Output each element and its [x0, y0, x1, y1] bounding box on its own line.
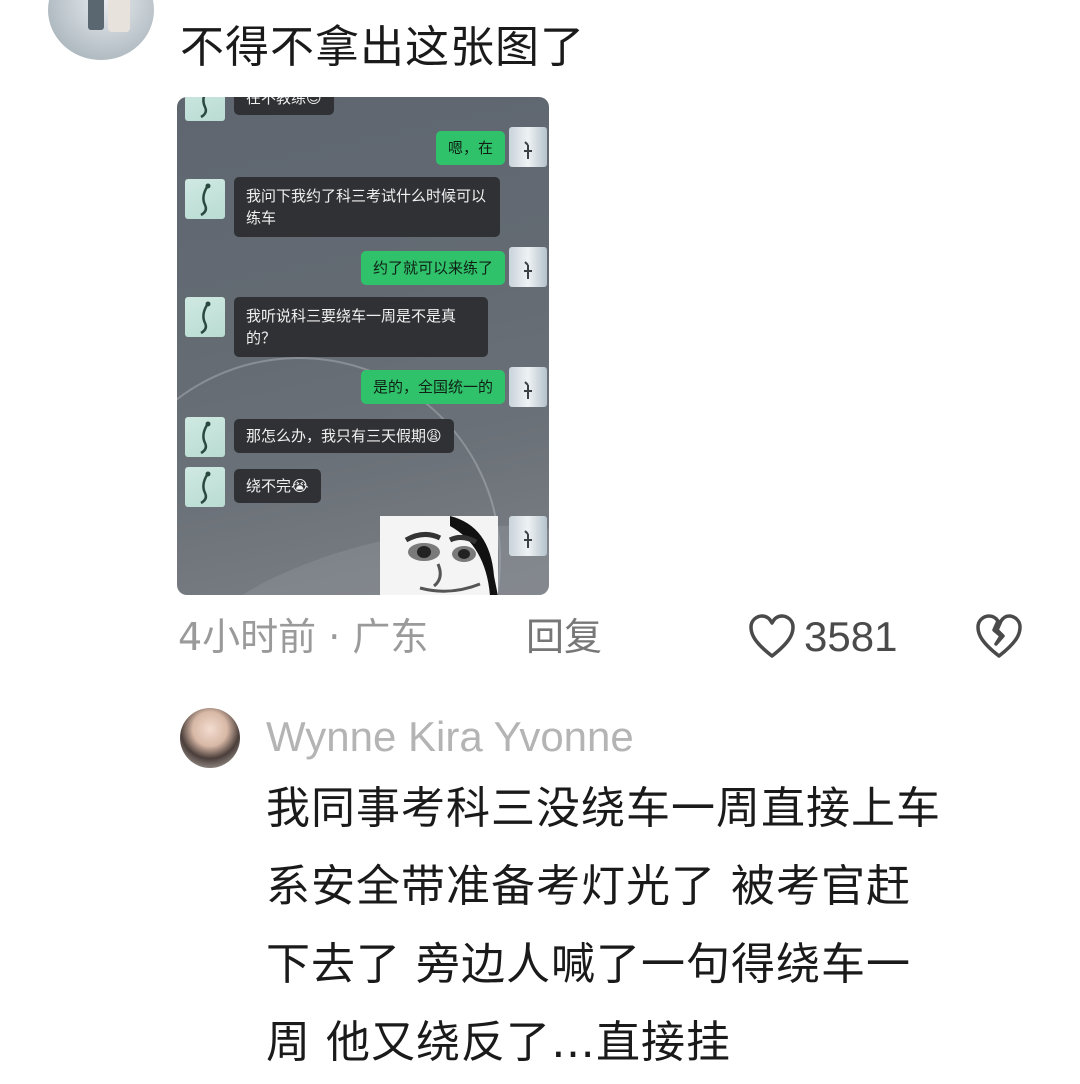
like-count: 3581	[804, 613, 898, 660]
contact-avatar	[185, 297, 225, 337]
commenter-avatar[interactable]	[48, 0, 154, 60]
replier-avatar[interactable]	[180, 708, 240, 768]
comment-time-location: 4小时前 · 广东	[178, 615, 429, 659]
chat-bubble-received: 我听说科三要绕车一周是不是真的？	[234, 297, 488, 357]
heart-outline-icon	[749, 614, 795, 658]
dislike-button[interactable]	[974, 612, 1024, 662]
meme-sticker	[380, 516, 498, 595]
chat-bubble-received: 绕不完😭	[234, 469, 321, 503]
comment-text: 不得不拿出这张图了	[180, 22, 585, 73]
reply-text-line: 我同事考科三没绕车一周直接上车	[266, 783, 941, 834]
chat-bubble-sent: 嗯，在	[435, 131, 505, 165]
contact-avatar	[185, 97, 225, 121]
avatar-figure	[108, 0, 130, 32]
user-avatar	[509, 247, 547, 287]
replier-username[interactable]: Wynne Kira Yvonne	[266, 710, 634, 764]
avatar-figure	[88, 0, 104, 30]
contact-avatar	[185, 179, 225, 219]
broken-heart-icon	[976, 614, 1022, 658]
chat-bubble-received: 那怎么办，我只有三天假期😩	[234, 419, 454, 453]
reply-text: 我同事考科三没绕车一周直接上车 系安全带准备考灯光了 被考官赶 下去了 旁边人喊…	[266, 770, 1046, 1082]
chat-bubble-received: 我问下我约了科三考试什么时候可以练车	[234, 177, 500, 237]
chat-bubble-received: 在不教练😊	[234, 97, 334, 115]
user-avatar	[509, 127, 547, 167]
chat-screenshot-image[interactable]: 在不教练😊 嗯，在 我问下我约了科三考试什么时候可以练车 约了就可以来练了 我听…	[177, 97, 549, 595]
contact-avatar	[185, 417, 225, 457]
contact-avatar	[185, 467, 225, 507]
like-button[interactable]: 3581	[748, 610, 897, 664]
reply-text-line: 系安全带准备考灯光了 被考官赶	[266, 861, 911, 912]
user-avatar	[509, 516, 547, 556]
user-avatar	[509, 367, 547, 407]
chat-bubble-sent: 是的，全国统一的	[360, 370, 505, 404]
reply-text-line: 周 他又绕反了…直接挂	[266, 1017, 731, 1068]
chat-bubble-sent: 约了就可以来练了	[360, 251, 505, 285]
reply-button[interactable]: 回复	[526, 610, 602, 664]
reply-text-line: 下去了 旁边人喊了一句得绕车一	[266, 939, 911, 990]
